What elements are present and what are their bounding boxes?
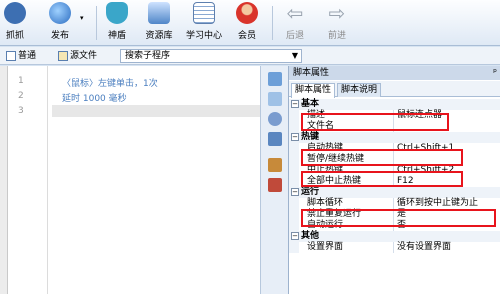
tab-normal-label: 普通 [18,51,37,61]
arrow-right-icon: ⇨ [328,1,346,25]
delete-icon[interactable] [268,178,282,192]
property-value[interactable]: 没有设置界面 [397,242,451,253]
property-category[interactable]: − 其他 [289,231,500,242]
shield-button[interactable]: 神盾 [104,2,130,44]
highlight-box [301,149,463,166]
settings-icon[interactable] [268,112,282,126]
property-row[interactable]: 设置界面 没有设置界面 [289,242,500,253]
category-label: 热键 [301,132,320,142]
shield-label: 神盾 [107,31,126,41]
row-margin [289,242,299,253]
property-category[interactable]: − 基本 [289,99,500,110]
line-number: 2 [18,91,24,101]
member-label: 会员 [237,31,256,41]
tab-source-label: 源文件 [70,51,98,61]
collapse-toggle-icon[interactable]: − [291,100,299,108]
toolbar-separator [272,6,273,40]
property-category[interactable]: − 运行 [289,187,500,198]
toolbar-separator [96,6,97,40]
highlight-box [301,171,463,187]
row-margin [289,220,299,231]
panel-title: 脚本属性 [293,68,330,78]
left-strip [0,66,8,294]
edit-icon[interactable] [268,158,282,172]
code-line[interactable]: 〈鼠标〉左键单击，1次 [62,76,158,89]
current-line-highlight [52,105,260,117]
category-label: 基本 [301,99,320,109]
learning-center-label: 学习中心 [185,31,222,41]
property-category[interactable]: − 热键 [289,132,500,143]
publish-dropdown-icon[interactable]: ▾ [80,14,84,22]
script-properties-panel: 脚本属性 ᵖ 脚本属性 脚本说明 − 基本 描述 鼠标连点器 文件名 − 热键 启动热键 Ctr… [288,66,500,294]
back-button[interactable]: ⇦ 后退 [282,2,308,44]
tab-normal[interactable]: 普通 [4,49,36,63]
category-label: 其他 [301,231,320,241]
tab-script-properties[interactable]: 脚本属性 [291,83,336,98]
property-name: 设置界面 [307,242,344,252]
property-value[interactable]: 循环到按中止键为止 [397,198,478,209]
row-margin [289,165,299,176]
resources-label: 资源库 [145,31,173,41]
tab-script-description[interactable]: 脚本说明 [337,83,382,97]
source-file-icon [58,51,68,61]
tab-source[interactable]: 源文件 [56,49,97,63]
grab-label: 抓抓 [5,31,24,41]
row-margin [289,121,299,132]
calendar-icon [193,2,215,24]
publish-button[interactable]: 发布 [42,2,78,44]
pin-icon[interactable]: ᵖ [493,66,497,80]
subroutine-select[interactable]: 搜索子程序 ▼ [120,49,302,63]
highlight-box [301,209,496,227]
shield-icon [106,2,128,24]
globe-icon [49,2,71,24]
grab-button[interactable]: 抓抓 [2,2,28,44]
script-editor[interactable]: 1 2 3 〈鼠标〉左键单击，1次 延时 1000 毫秒 [8,66,260,294]
collapse-toggle-icon[interactable]: − [291,232,299,240]
row-margin [289,176,299,187]
property-row[interactable]: 脚本循环 循环到按中止键为止 [289,198,500,209]
view-tabs-bar: 普通 源文件 搜索子程序 ▼ [0,47,500,65]
document-icon[interactable] [268,72,282,86]
member-icon [236,2,258,24]
panel-title-bar: 脚本属性 ᵖ [289,66,500,80]
resources-button[interactable]: 资源库 [142,2,176,44]
back-label: 后退 [285,31,304,41]
member-button[interactable]: 会员 [234,2,260,44]
column-divider [393,242,394,253]
line-number: 1 [18,76,24,86]
normal-view-icon [6,51,16,61]
line-number: 3 [18,106,24,116]
line-number-gutter: 1 2 3 [8,66,48,294]
forward-button[interactable]: ⇨ 前进 [324,2,350,44]
grab-icon [4,2,26,24]
learning-center-button[interactable]: 学习中心 [184,2,224,44]
arrow-left-icon: ⇦ [286,1,304,25]
category-label: 运行 [301,187,320,197]
plugin-icon[interactable] [268,132,282,146]
row-margin [289,154,299,165]
page-icon[interactable] [268,92,282,106]
row-margin [289,209,299,220]
chevron-down-icon: ▼ [291,51,298,60]
row-margin [289,198,299,209]
subroutine-select-value: 搜索子程序 [125,51,171,61]
forward-label: 前进 [327,31,346,41]
resource-library-icon [148,2,170,24]
collapse-toggle-icon[interactable]: − [291,188,299,196]
main-toolbar: 抓抓 发布 ▾ 神盾 资源库 学习中心 会员 ⇦ 后退 ⇨ 前进 [0,0,500,46]
collapse-toggle-icon[interactable]: − [291,133,299,141]
code-line[interactable]: 延时 1000 毫秒 [62,91,127,104]
panel-tabs: 脚本属性 脚本说明 [289,81,500,98]
row-margin [289,143,299,154]
publish-label: 发布 [50,31,69,41]
row-margin [289,110,299,121]
column-divider [393,198,394,209]
highlight-box [301,113,449,131]
panel-side-toolbar [260,66,288,294]
property-name: 脚本循环 [307,198,344,208]
